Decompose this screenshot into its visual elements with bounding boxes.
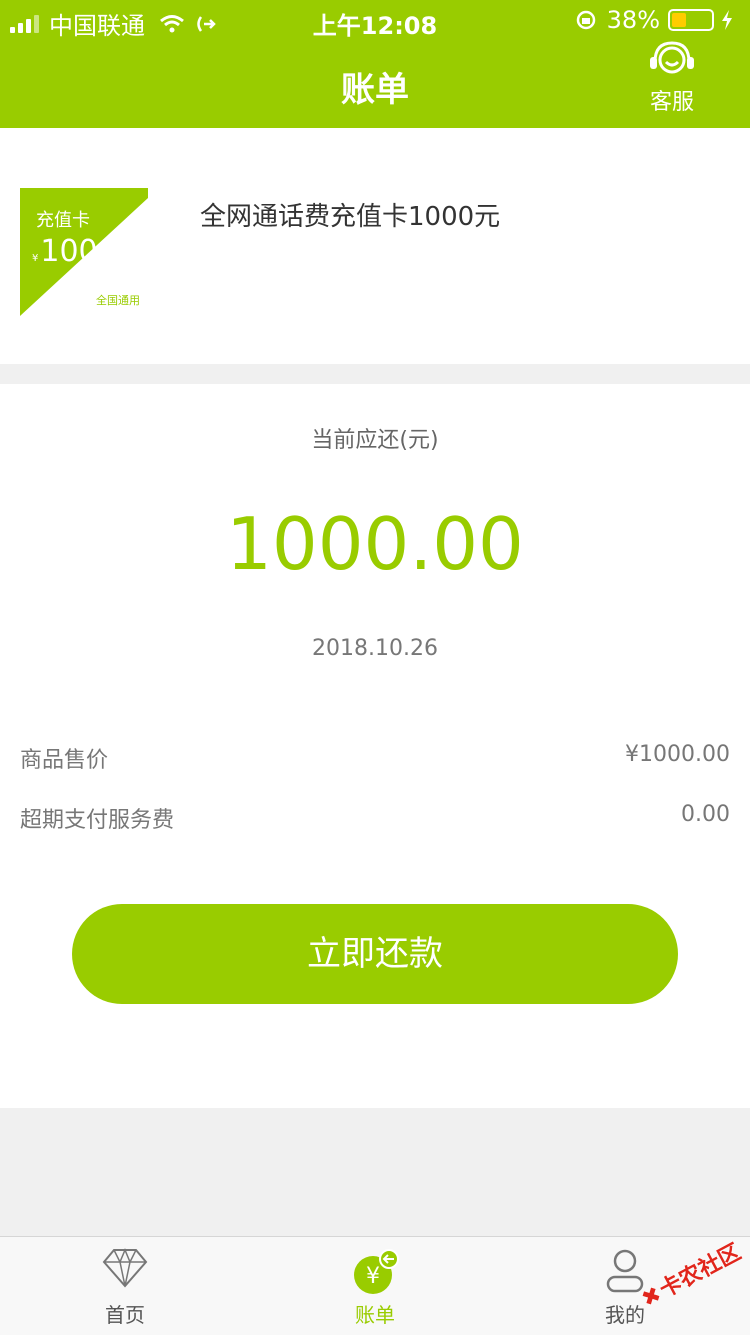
battery-status: 38% [575, 6, 734, 34]
battery-percent: 38% [606, 6, 660, 34]
price-row: 商品售价 ¥1000.00 [20, 742, 730, 774]
app-header: 中国联通 上午12:08 38% 账单 客服 [0, 0, 750, 128]
tab-mine-label: 我的 [605, 1303, 645, 1327]
svg-text:¥: ¥ [366, 1264, 380, 1289]
tab-home-label: 首页 [105, 1303, 145, 1327]
amount-due: 1000.00 [226, 502, 524, 586]
recharge-card-image: 充值卡 ¥1000 全国通用 [20, 188, 148, 316]
card-amount: ¥1000 [32, 234, 117, 269]
tab-home[interactable]: 首页 [0, 1237, 250, 1335]
overdue-fee-row: 超期支付服务费 0.00 [20, 802, 730, 834]
price-value: ¥1000.00 [625, 742, 730, 767]
overdue-fee-label: 超期支付服务费 [20, 808, 175, 833]
amount-due-label: 当前应还(元) [311, 428, 439, 453]
status-bar: 中国联通 上午12:08 38% [0, 0, 750, 40]
price-label: 商品售价 [20, 748, 109, 773]
product-name: 全网通话费充值卡1000元 [200, 202, 501, 232]
product-section: 充值卡 ¥1000 全国通用 全网通话费充值卡1000元 [0, 128, 750, 364]
card-scope: 全国通用 [96, 294, 140, 307]
tab-bill[interactable]: ¥ 账单 [250, 1237, 500, 1335]
yuan-bill-icon: ¥ [354, 1249, 399, 1294]
repay-now-button[interactable]: 立即还款 [72, 904, 678, 1004]
overdue-fee-value: 0.00 [681, 802, 730, 827]
customer-service-button[interactable]: 客服 [642, 40, 702, 116]
headset-icon [650, 41, 694, 74]
customer-service-label: 客服 [649, 90, 694, 115]
card-title: 充值卡 [36, 210, 90, 231]
charging-icon [722, 10, 732, 30]
bill-section: 当前应还(元) 1000.00 2018.10.26 商品售价 ¥1000.00… [0, 384, 750, 1108]
tab-bill-label: 账单 [355, 1303, 395, 1327]
rotation-lock-icon [576, 10, 595, 30]
diamond-icon [102, 1248, 148, 1288]
due-date: 2018.10.26 [312, 636, 438, 661]
page-title: 账单 [341, 70, 409, 110]
battery-icon [668, 9, 714, 31]
